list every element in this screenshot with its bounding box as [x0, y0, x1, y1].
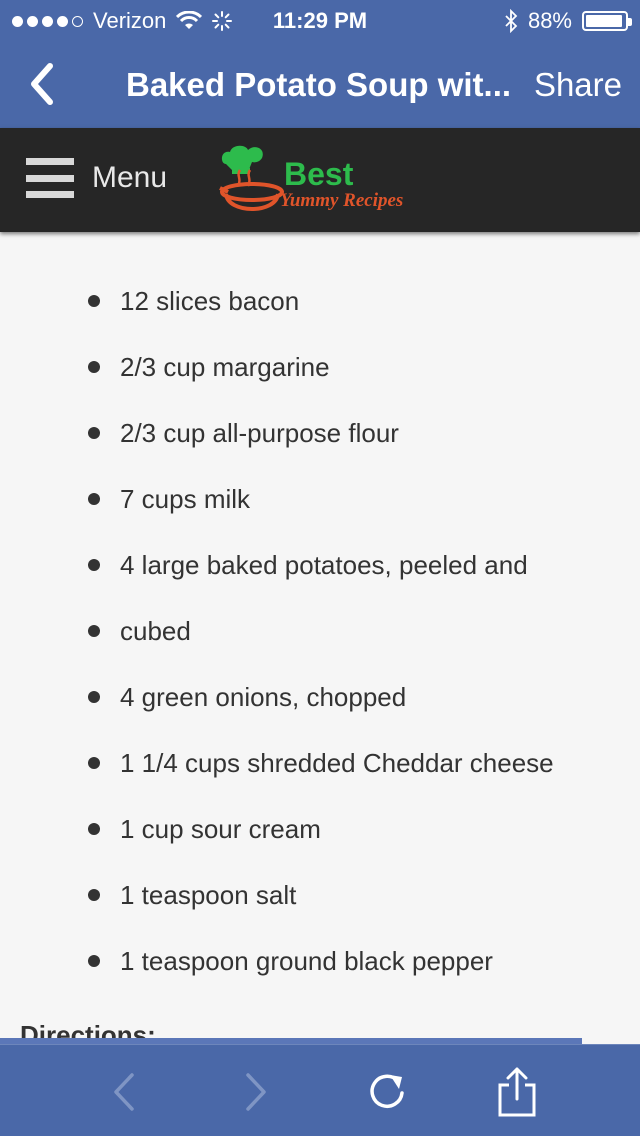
ingredient-text: 7 cups milk	[120, 484, 251, 514]
status-right: 88%	[504, 8, 632, 34]
bullet-icon	[88, 625, 100, 637]
ingredient-item: 1 1/4 cups shredded Cheddar cheese	[0, 730, 640, 796]
bullet-icon	[88, 493, 100, 505]
battery-percent: 88%	[527, 8, 572, 33]
ingredient-text: cubed	[120, 616, 191, 646]
ingredient-text: 2/3 cup margarine	[120, 352, 330, 382]
ingredient-text: 1 1/4 cups shredded Cheddar cheese	[120, 748, 554, 778]
hamburger-icon	[26, 158, 74, 198]
bullet-icon	[88, 427, 100, 439]
ingredient-text: 2/3 cup all-purpose flour	[120, 418, 399, 448]
ingredient-item: 1 cup sour cream	[0, 796, 640, 862]
share-button[interactable]: Share	[534, 66, 622, 104]
site-header: Menu Best Yummy Recipes	[0, 128, 640, 232]
ingredient-item: cubed	[0, 598, 640, 664]
ingredient-text: 12 slices bacon	[120, 286, 300, 316]
browser-toolbar	[0, 1044, 640, 1136]
ingredient-item: 1 teaspoon ground black pepper	[0, 928, 640, 994]
ingredient-item: 4 green onions, chopped	[0, 664, 640, 730]
ingredient-text: 1 cup sour cream	[120, 814, 321, 844]
bluetooth-icon	[505, 9, 518, 33]
bullet-icon	[88, 889, 100, 901]
ingredient-text: 4 large baked potatoes, peeled and	[120, 550, 528, 580]
menu-label: Menu	[92, 161, 168, 194]
site-logo[interactable]: Best Yummy Recipes	[218, 142, 428, 220]
reload-icon[interactable]	[362, 1067, 412, 1117]
top-bar: Verizon 11:29 PM 88% Baked Potato Soup w…	[0, 0, 640, 128]
bullet-icon	[88, 295, 100, 307]
page-title: Baked Potato Soup wit...	[126, 66, 512, 103]
bullet-icon	[88, 823, 100, 835]
battery-icon	[582, 11, 632, 31]
bullet-icon	[88, 757, 100, 769]
ingredient-text: 4 green onions, chopped	[120, 682, 407, 712]
ingredient-text: 1 teaspoon salt	[120, 880, 297, 910]
logo-text-best: Best	[284, 156, 354, 192]
forward-arrow-icon[interactable]	[230, 1067, 280, 1117]
status-bar: Verizon 11:29 PM 88%	[0, 0, 640, 40]
ingredient-item: 1 teaspoon salt	[0, 862, 640, 928]
ingredient-text: 1 teaspoon ground black pepper	[120, 946, 493, 976]
chef-hat-pot-icon	[219, 145, 284, 211]
bullet-icon	[88, 361, 100, 373]
ingredient-item: 2/3 cup margarine	[0, 334, 640, 400]
bullet-icon	[88, 559, 100, 571]
recipe-content: 12 slices bacon 2/3 cup margarine 2/3 cup …	[0, 232, 640, 1044]
ingredient-item: 7 cups milk	[0, 466, 640, 532]
ingredient-item: 12 slices bacon	[0, 268, 640, 334]
menu-button[interactable]: Menu	[26, 158, 167, 198]
navigation-bar: Baked Potato Soup wit... Share	[0, 40, 640, 128]
bullet-icon	[88, 955, 100, 967]
ingredient-item: 2/3 cup all-purpose flour	[0, 400, 640, 466]
ingredient-item: 4 large baked potatoes, peeled and	[0, 532, 640, 598]
logo-text-yummy: Yummy Recipes	[280, 190, 404, 211]
bullet-icon	[88, 691, 100, 703]
share-icon[interactable]	[492, 1067, 542, 1117]
back-chevron-icon[interactable]	[20, 58, 68, 110]
back-arrow-icon[interactable]	[100, 1067, 150, 1117]
ingredient-list: 12 slices bacon 2/3 cup margarine 2/3 cup …	[0, 268, 640, 994]
